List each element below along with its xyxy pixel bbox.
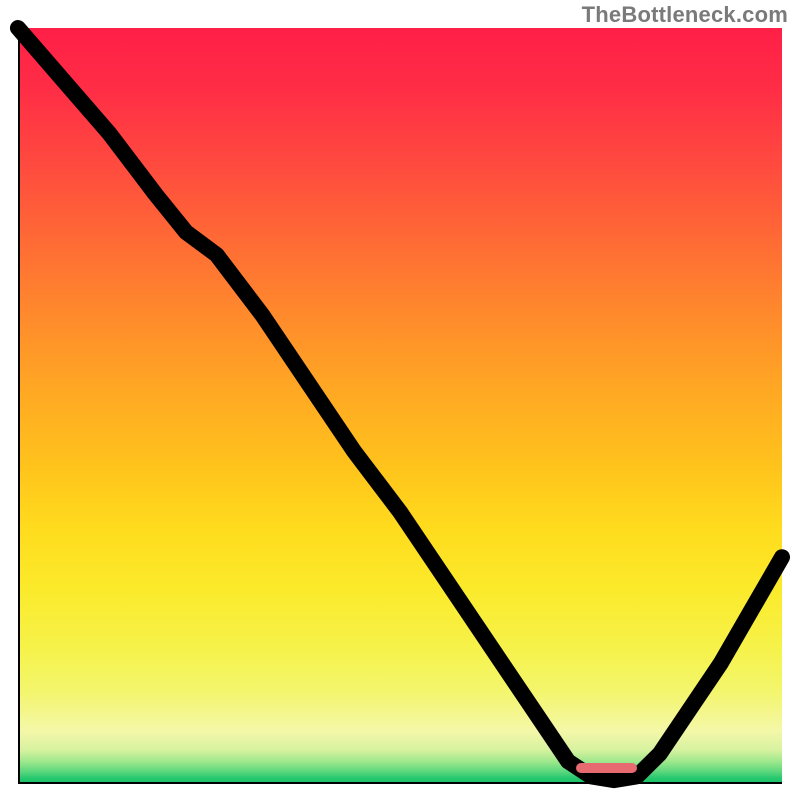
optimum-range-marker bbox=[576, 763, 637, 773]
chart-curve bbox=[18, 28, 782, 784]
chart-plot-area bbox=[18, 28, 782, 784]
bottleneck-curve-path bbox=[18, 28, 782, 780]
watermark-text: TheBottleneck.com bbox=[582, 2, 788, 28]
